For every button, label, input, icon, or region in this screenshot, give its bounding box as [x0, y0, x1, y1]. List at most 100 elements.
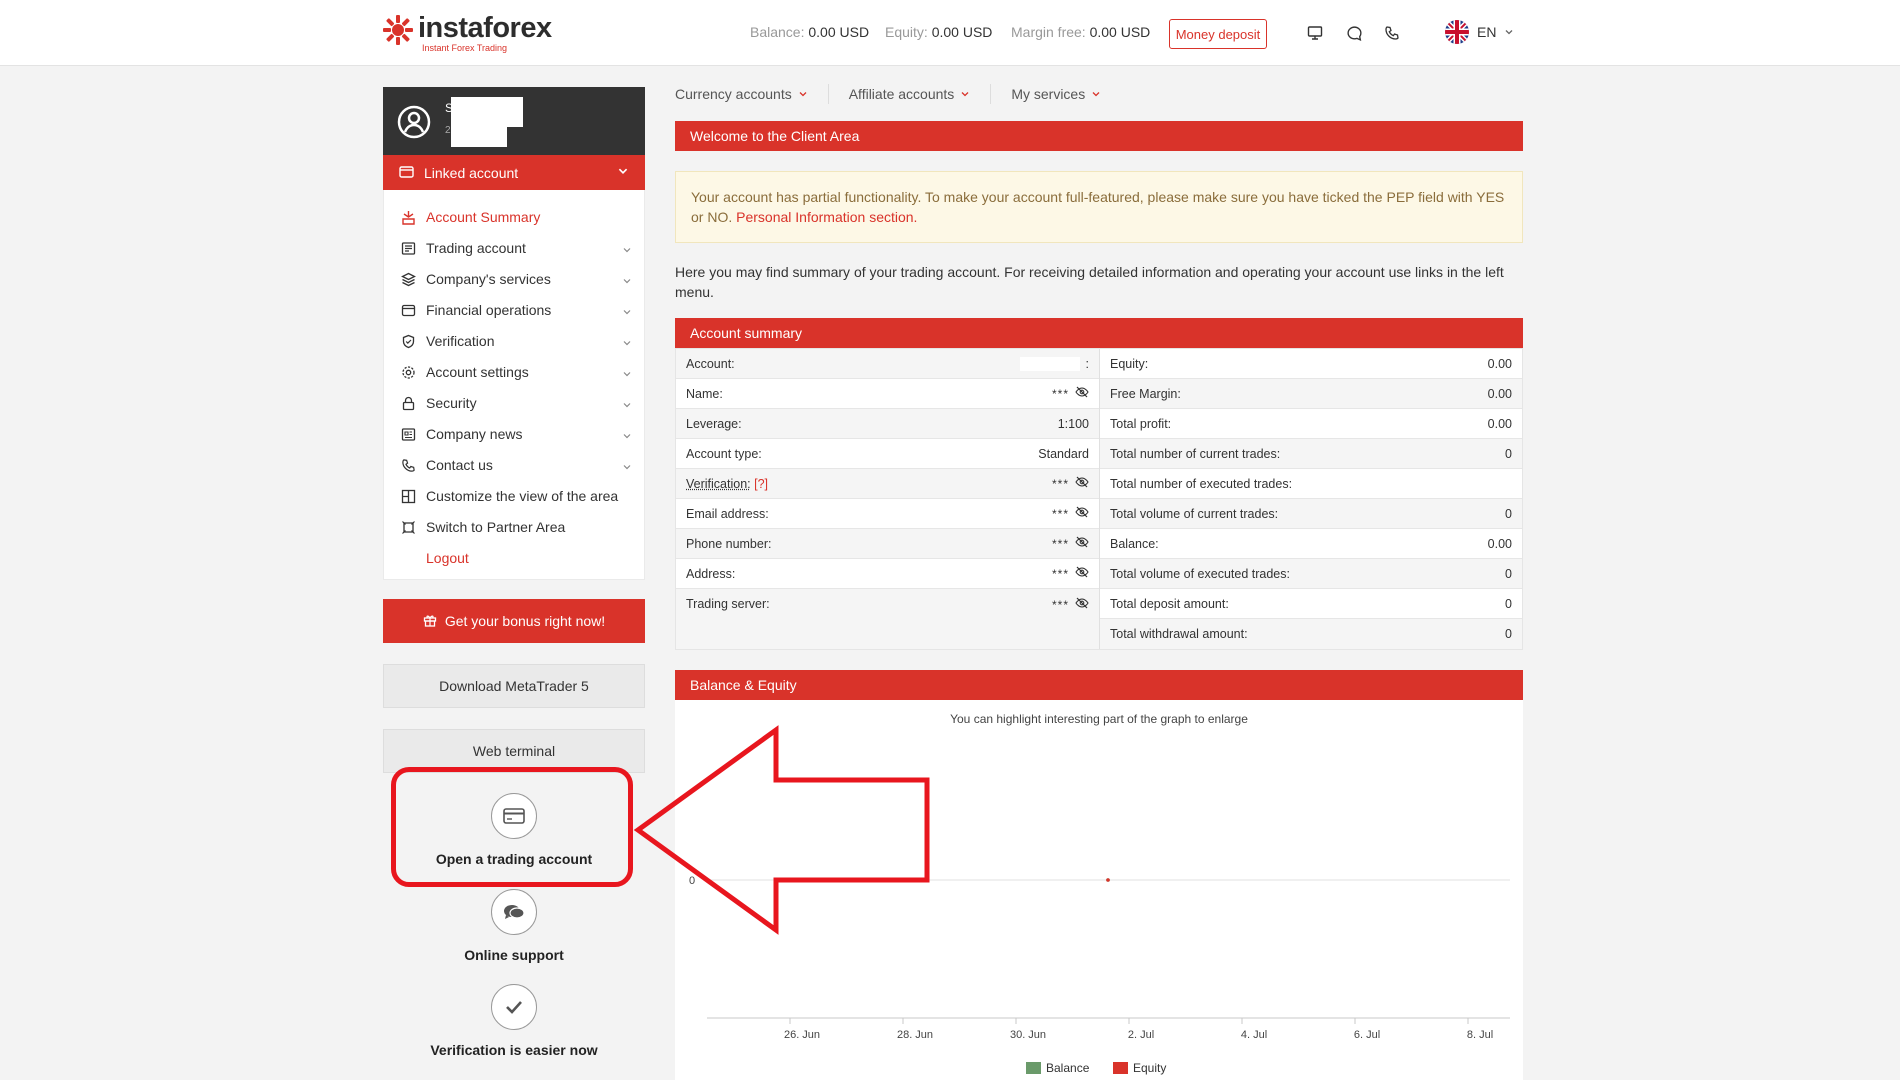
eye-slash-icon[interactable] — [1075, 597, 1089, 612]
table-row: Trading server: *** — [676, 589, 1099, 649]
annotation-arrow — [633, 725, 930, 935]
balance-label: Balance: — [750, 24, 805, 40]
sidebar-item-switch-partner[interactable]: Switch to Partner Area — [384, 512, 646, 543]
chevron-down-icon — [1504, 24, 1514, 40]
online-support-tile[interactable]: Online support — [383, 889, 645, 963]
verification-tile[interactable]: Verification is easier now — [383, 984, 645, 1058]
language-label: EN — [1477, 24, 1497, 40]
profile-card[interactable]: S 2 — [383, 87, 645, 155]
help-link[interactable]: [?] — [754, 477, 768, 491]
margin-value: 0.00 USD — [1089, 24, 1151, 40]
table-row: Total deposit amount: 0 — [1100, 589, 1522, 619]
row-value: : — [1019, 356, 1089, 371]
sidebar-item-company-services[interactable]: Company's services — [384, 264, 646, 295]
tab-affiliate-accounts[interactable]: Affiliate accounts — [849, 84, 992, 104]
x-tick-label: 26. Jun — [784, 1029, 820, 1041]
user-avatar-icon — [397, 105, 431, 139]
header-balance: Balance: 0.00 USD — [750, 24, 869, 40]
eye-slash-icon[interactable] — [1075, 566, 1089, 581]
table-row: Account: : — [676, 349, 1099, 379]
row-value: 1:100 — [1057, 416, 1089, 431]
table-row: Total number of executed trades: — [1100, 469, 1522, 499]
monitor-icon[interactable] — [1304, 22, 1326, 44]
sidebar-item-logout[interactable]: Logout — [384, 543, 646, 574]
logo-tagline: Instant Forex Trading — [422, 43, 508, 53]
row-label: Address: — [686, 566, 736, 581]
download-metatrader-button[interactable]: Download MetaTrader 5 — [383, 664, 645, 708]
personal-info-link[interactable]: Personal Information section. — [736, 209, 917, 225]
sidebar-item-customize-view[interactable]: Customize the view of the area — [384, 481, 646, 512]
eye-slash-icon[interactable] — [1075, 386, 1089, 401]
masked-value: *** — [1051, 536, 1069, 551]
header-margin-free: Margin free: 0.00 USD — [1011, 24, 1150, 40]
table-row: Account type: Standard — [676, 439, 1099, 469]
eye-slash-icon[interactable] — [1075, 506, 1089, 521]
linked-account-header[interactable]: Linked account — [383, 155, 645, 190]
sidebar-item-label: Contact us — [426, 457, 493, 473]
bonus-button[interactable]: Get your bonus right now! — [383, 599, 645, 643]
row-label: Account type: — [686, 446, 762, 461]
table-row: Total volume of executed trades: 0 — [1100, 559, 1522, 589]
header-equity: Equity: 0.00 USD — [885, 24, 992, 40]
masked-value: *** — [1051, 476, 1069, 491]
row-label: Trading server: — [686, 597, 770, 611]
summary-right-column: Equity: 0.00 Free Margin: 0.00 Total profi… — [1099, 349, 1522, 649]
chevron-down-icon — [960, 86, 970, 102]
balance-equity-header: Balance & Equity — [675, 670, 1523, 700]
tab-currency-accounts[interactable]: Currency accounts — [675, 84, 829, 104]
sidebar-item-contact-us[interactable]: Contact us — [384, 450, 646, 481]
table-row: Total number of current trades: 0 — [1100, 439, 1522, 469]
row-value: *** — [1052, 566, 1089, 581]
sidebar-item-account-summary[interactable]: Account Summary — [384, 202, 646, 233]
sidebar-item-verification[interactable]: Verification — [384, 326, 646, 357]
wallet-icon — [401, 303, 416, 318]
row-label: Total number of current trades: — [1110, 446, 1281, 461]
eye-slash-icon[interactable] — [1075, 536, 1089, 551]
table-row: Leverage: 1:100 — [676, 409, 1099, 439]
money-deposit-button[interactable]: Money deposit — [1169, 19, 1267, 49]
row-label: Total number of executed trades: — [1110, 476, 1293, 491]
tab-label: Affiliate accounts — [848, 86, 955, 102]
switch-icon — [401, 520, 416, 535]
sidebar-item-label: Company news — [426, 426, 523, 442]
sidebar-item-financial-operations[interactable]: Financial operations — [384, 295, 646, 326]
row-label: Total withdrawal amount: — [1110, 627, 1248, 641]
summary-left-column: Account: : Name: *** Leverage: 1:100 Acc… — [676, 349, 1099, 649]
sidebar-item-account-settings[interactable]: Account settings — [384, 357, 646, 388]
summary-icon — [401, 210, 416, 225]
bonus-label: Get your bonus right now! — [444, 613, 606, 629]
row-label: Total volume of executed trades: — [1110, 566, 1290, 581]
phone-icon[interactable] — [1381, 22, 1403, 44]
main-tabs: Currency accounts Affiliate accounts My … — [675, 84, 1141, 104]
tab-my-services[interactable]: My services — [1011, 84, 1121, 104]
sidebar-item-company-news[interactable]: Company news — [384, 419, 646, 450]
intro-text: Here you may find summary of your tradin… — [675, 264, 1504, 300]
chevron-down-icon — [622, 242, 632, 258]
language-selector[interactable]: EN — [1445, 20, 1514, 44]
account-summary-header: Account summary — [675, 318, 1523, 348]
logo[interactable]: instaforex Instant Forex Trading — [382, 14, 552, 53]
eye-slash-icon[interactable] — [1075, 476, 1089, 491]
sidebar-item-security[interactable]: Security — [384, 388, 646, 419]
table-row: Total profit: 0.00 — [1100, 409, 1522, 439]
table-row: Balance: 0.00 — [1100, 529, 1522, 559]
redaction-box — [451, 125, 507, 147]
legend-swatch-balance — [1026, 1062, 1041, 1074]
masked-value: *** — [1051, 566, 1069, 581]
account-summary-table: Account: : Name: *** Leverage: 1:100 Acc… — [675, 348, 1523, 650]
chat-bubble-icon — [491, 889, 537, 935]
sidebar-item-trading-account[interactable]: Trading account — [384, 233, 646, 264]
sidebar-item-label: Trading account — [426, 240, 526, 256]
row-label: Name: — [686, 386, 723, 401]
row-value: *** — [1052, 476, 1089, 491]
equity-label: Equity: — [885, 24, 928, 40]
gift-icon — [423, 613, 437, 630]
row-label: Total deposit amount: — [1110, 596, 1229, 611]
row-label: Verification: — [686, 476, 751, 491]
row-value: *** — [1052, 386, 1089, 401]
chat-icon[interactable] — [1343, 22, 1365, 44]
table-row: Free Margin: 0.00 — [1100, 379, 1522, 409]
chevron-down-icon — [622, 428, 632, 444]
account-number-value: : — [1085, 356, 1089, 371]
sidebar-item-label: Customize the view of the area — [426, 488, 619, 504]
